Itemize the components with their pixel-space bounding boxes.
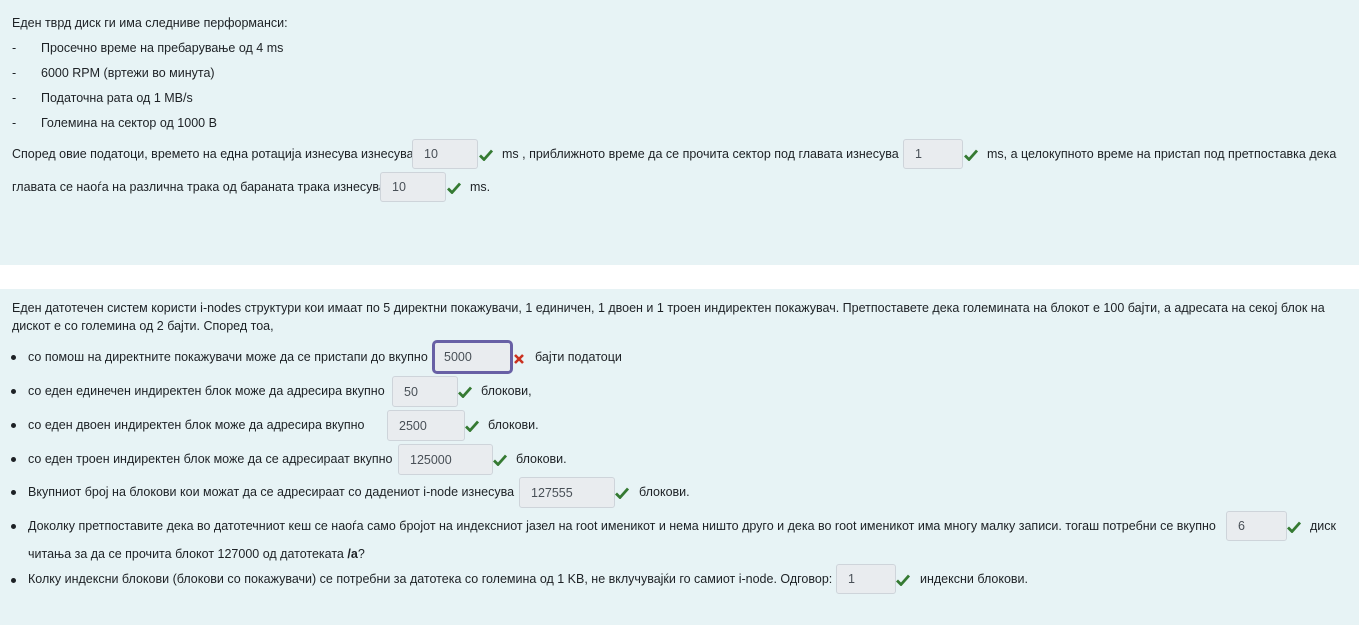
- q1-item-seek: Просечно време на пребарување од 4 ms: [41, 41, 284, 55]
- bullet-dot: [11, 490, 16, 495]
- rotation-time-answer-field[interactable]: 10: [412, 139, 478, 169]
- check-icon: [493, 454, 507, 466]
- single-indirect-answer-field[interactable]: 50: [392, 376, 458, 407]
- triple-indirect-answer-field[interactable]: 125000: [398, 444, 493, 475]
- q2-b6-line2-post: ?: [357, 547, 365, 561]
- check-icon: [479, 149, 493, 161]
- question-1-panel: Еден тврд диск ги има следниве перформан…: [0, 0, 1359, 265]
- q1-item-rpm: 6000 RPM (вртежи во минута): [41, 66, 215, 80]
- bullet-dot: [11, 457, 16, 462]
- q2-intro-line2: дискот е со големина од 2 бајти. Според …: [12, 319, 274, 333]
- check-icon: [1287, 521, 1301, 533]
- q1-item-sector: Големина на сектор од 1000 B: [41, 116, 217, 130]
- access-time-answer-field[interactable]: 10: [380, 172, 446, 202]
- q2-b7-after: индексни блокови.: [920, 572, 1028, 586]
- q2-b2-text: со еден единечен индиректен блок може да…: [28, 384, 385, 398]
- q2-b2-after: блокови,: [481, 384, 532, 398]
- q2-b4-text: со еден троен индиректен блок може да се…: [28, 452, 393, 466]
- file-path: /a: [347, 547, 358, 561]
- bullet-dot: [11, 524, 16, 529]
- bullet-dot: [11, 423, 16, 428]
- q2-b3-text: со еден двоен индиректен блок може да ад…: [28, 418, 365, 432]
- check-icon: [447, 182, 461, 194]
- q2-b3-after: блокови.: [488, 418, 539, 432]
- q2-b6-line2: читања за да се прочита блокот 127000 од…: [28, 547, 365, 561]
- cross-icon: [514, 354, 524, 364]
- q1-text-b: ms , приближното време да се прочита сек…: [502, 147, 899, 161]
- q2-b1-text: со помош на директните покажувачи може д…: [28, 350, 428, 364]
- bullet-dot: [11, 578, 16, 583]
- check-icon: [964, 149, 978, 161]
- bullet-dash: -: [12, 41, 17, 55]
- bullet-dash: -: [12, 91, 17, 105]
- q1-text-d: главата се наоѓа на различна трака од ба…: [12, 180, 386, 194]
- total-blocks-answer-field[interactable]: 127555: [519, 477, 615, 508]
- bullet-dash: -: [12, 66, 17, 80]
- sector-read-time-answer-field[interactable]: 1: [903, 139, 963, 169]
- check-icon: [615, 487, 629, 499]
- q1-intro: Еден тврд диск ги има следниве перформан…: [12, 16, 288, 30]
- q2-b6-line2-pre: читања за да се прочита блокот 127000 од…: [28, 547, 348, 561]
- q2-b1-after: бајти податоци: [535, 350, 622, 364]
- q2-b6-after: диск: [1310, 519, 1336, 533]
- check-icon: [465, 420, 479, 432]
- bullet-dot: [11, 389, 16, 394]
- check-icon: [896, 574, 910, 586]
- bullet-dash: -: [12, 116, 17, 130]
- q1-text-a: Според овие податоци, времето на една ро…: [12, 147, 414, 161]
- q1-text-c: ms, а целокупното време на пристап под п…: [987, 147, 1337, 161]
- q2-intro-line1: Еден датотечен систем користи i-nodes ст…: [12, 301, 1325, 315]
- direct-bytes-answer-field[interactable]: 5000: [432, 340, 513, 374]
- q2-b4-after: блокови.: [516, 452, 567, 466]
- q2-b7-text: Колку индексни блокови (блокови со покаж…: [28, 572, 833, 586]
- double-indirect-answer-field[interactable]: 2500: [387, 410, 465, 441]
- disk-reads-answer-field[interactable]: 6: [1226, 511, 1287, 541]
- check-icon: [458, 386, 472, 398]
- q2-b6-text: Доколку претпоставите дека во датотечнио…: [28, 519, 1216, 533]
- index-blocks-answer-field[interactable]: 1: [836, 564, 896, 594]
- q2-b5-text: Вкупниот број на блокови кои можат да се…: [28, 485, 515, 499]
- question-2-panel: Еден датотечен систем користи i-nodes ст…: [0, 289, 1359, 625]
- bullet-dot: [11, 355, 16, 360]
- q2-b5-after: блокови.: [639, 485, 690, 499]
- q1-item-rate: Податочна рата од 1 MB/s: [41, 91, 193, 105]
- q1-text-e: ms.: [470, 180, 491, 194]
